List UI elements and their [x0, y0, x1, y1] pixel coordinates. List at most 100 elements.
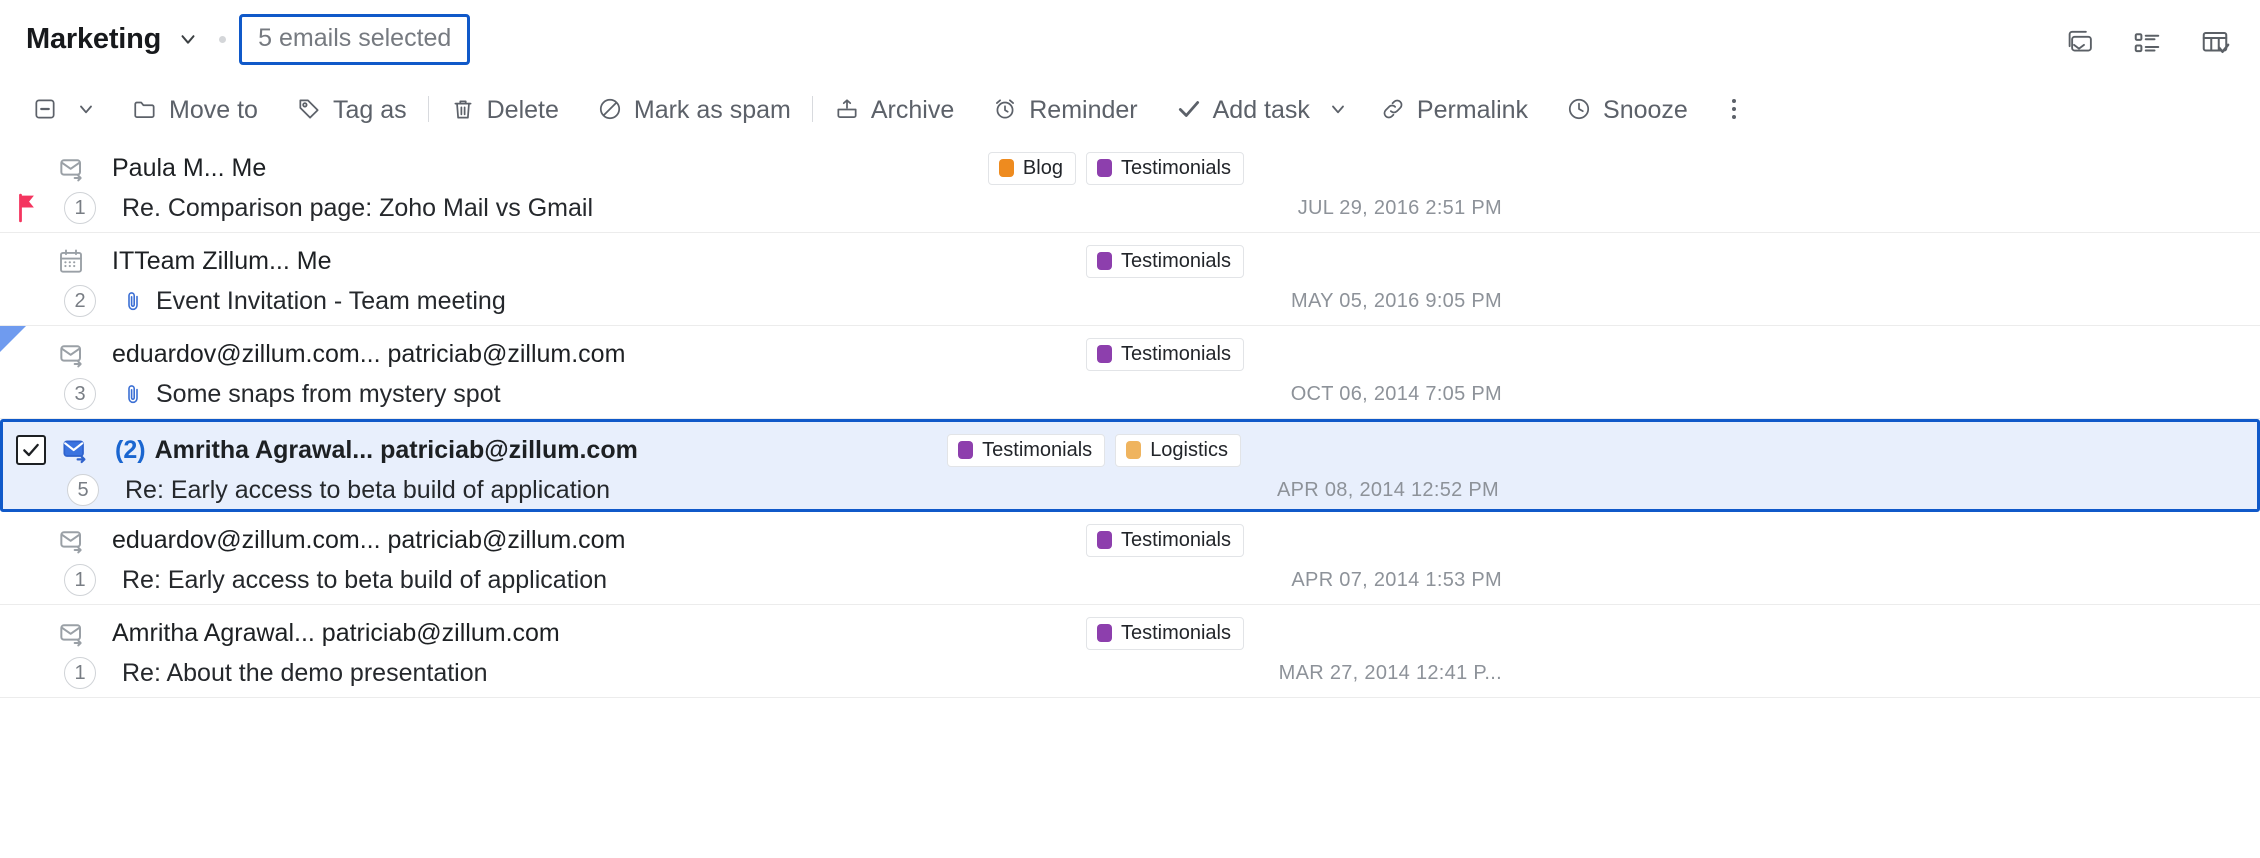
folder-icon	[132, 96, 158, 122]
toolbar-divider	[812, 96, 813, 122]
email-tags: Blog Testimonials	[988, 152, 1244, 185]
email-tag[interactable]: Blog	[988, 152, 1076, 185]
email-sender: Amritha Agrawal... patriciab@zillum.com	[112, 619, 560, 648]
envelope-reply-icon	[56, 152, 102, 184]
delete-button[interactable]: Delete	[440, 92, 569, 126]
move-to-button[interactable]: Move to	[122, 92, 268, 126]
tag-label: Testimonials	[1121, 344, 1231, 364]
tag-label: Blog	[1023, 158, 1063, 178]
mark-as-spam-button[interactable]: Mark as spam	[587, 92, 801, 126]
tag-label: Logistics	[1150, 440, 1228, 460]
list-view-icon[interactable]	[2132, 28, 2162, 58]
select-all-dropdown-caret[interactable]	[68, 99, 104, 119]
archive-label: Archive	[871, 98, 954, 123]
email-tag[interactable]: Testimonials	[1086, 617, 1244, 650]
email-tags: Testimonials	[1086, 617, 1244, 650]
snooze-button[interactable]: Snooze	[1556, 92, 1698, 126]
email-tags: Testimonials	[1086, 245, 1244, 278]
add-task-dropdown-caret[interactable]	[1320, 99, 1356, 119]
select-all-checkbox[interactable]	[22, 92, 68, 126]
envelope-reply-icon	[56, 338, 102, 370]
email-row-bottom-line: 2 Event Invitation - Team meeting MAY 05…	[0, 281, 2260, 321]
email-timestamp: MAR 27, 2014 12:41 P...	[1279, 662, 1502, 685]
selection-count-chip[interactable]: 5 emails selected	[239, 14, 470, 65]
minus-checkbox-icon	[32, 96, 58, 122]
add-task-button[interactable]: Add task	[1166, 92, 1320, 126]
permalink-label: Permalink	[1417, 98, 1528, 123]
email-tag[interactable]: Testimonials	[1086, 524, 1244, 557]
kebab-menu-icon[interactable]	[1716, 93, 1752, 125]
message-count-cell: 1	[56, 564, 104, 596]
reminder-button[interactable]: Reminder	[982, 92, 1147, 126]
snooze-label: Snooze	[1603, 98, 1688, 123]
email-row[interactable]: eduardov@zillum.com... patriciab@zillum.…	[0, 512, 2260, 605]
tag-label: Testimonials	[982, 440, 1092, 460]
email-checkbox[interactable]	[16, 435, 46, 465]
envelope-reply-unread-icon	[59, 434, 105, 466]
reminder-label: Reminder	[1029, 98, 1137, 123]
email-sender: ITTeam Zillum... Me	[112, 247, 331, 276]
flag-icon[interactable]	[15, 193, 41, 223]
email-row[interactable]: (2) Amritha Agrawal... patriciab@zillum.…	[0, 419, 2260, 512]
email-sender: eduardov@zillum.com... patriciab@zillum.…	[112, 526, 625, 555]
attachment-icon	[122, 382, 146, 406]
tag-color-swatch	[1097, 159, 1112, 177]
block-icon	[597, 96, 623, 122]
column-check-view-icon[interactable]	[2200, 28, 2230, 58]
email-row-top-line: eduardov@zillum.com... patriciab@zillum.…	[0, 520, 2260, 560]
tag-color-swatch	[999, 159, 1014, 177]
delete-label: Delete	[487, 98, 559, 123]
email-tag[interactable]: Testimonials	[1086, 245, 1244, 278]
tag-color-swatch	[1126, 441, 1141, 459]
message-count-badge: 2	[64, 285, 96, 317]
flag-cell	[0, 193, 56, 223]
page-title: Marketing	[26, 23, 161, 56]
email-row-bottom-line: 1 Re. Comparison page: Zoho Mail vs Gmai…	[0, 188, 2260, 228]
header-separator-dot	[219, 36, 226, 43]
tag-label: Testimonials	[1121, 530, 1231, 550]
unread-count: (2)	[115, 436, 146, 465]
email-tag[interactable]: Testimonials	[1086, 152, 1244, 185]
trash-icon	[450, 96, 476, 122]
email-tag[interactable]: Testimonials	[1086, 338, 1244, 371]
chevron-down-icon[interactable]	[177, 28, 199, 50]
calendar-icon	[56, 246, 102, 276]
view-mode-controls	[2064, 28, 2230, 58]
tag-color-swatch	[1097, 531, 1112, 549]
email-row[interactable]: eduardov@zillum.com... patriciab@zillum.…	[0, 326, 2260, 419]
email-timestamp: APR 08, 2014 12:52 PM	[1277, 479, 1499, 502]
email-list: Paula M... Me Blog Testimonials 1 Re. Co…	[0, 140, 2260, 698]
conversation-view-icon[interactable]	[2064, 28, 2094, 58]
email-row-bottom-line: 1 Re: Early access to beta build of appl…	[0, 560, 2260, 600]
email-tag[interactable]: Testimonials	[947, 434, 1105, 467]
email-subject: Event Invitation - Team meeting	[156, 287, 506, 316]
email-timestamp: MAY 05, 2016 9:05 PM	[1291, 290, 1502, 313]
email-tags: Testimonials Logistics	[947, 434, 1241, 467]
email-row[interactable]: Amritha Agrawal... patriciab@zillum.com …	[0, 605, 2260, 698]
tag-label: Testimonials	[1121, 623, 1231, 643]
envelope-reply-icon	[56, 524, 102, 556]
mail-header: Marketing 5 emails selected	[0, 0, 2260, 78]
email-tags: Testimonials	[1086, 338, 1244, 371]
email-row[interactable]: Paula M... Me Blog Testimonials 1 Re. Co…	[0, 140, 2260, 233]
email-tag[interactable]: Logistics	[1115, 434, 1241, 467]
tag-as-button[interactable]: Tag as	[286, 92, 417, 126]
email-subject: Re: Early access to beta build of applic…	[125, 476, 610, 505]
archive-button[interactable]: Archive	[824, 92, 964, 126]
email-row[interactable]: ITTeam Zillum... Me Testimonials 2 Event…	[0, 233, 2260, 326]
email-row-top-line: ITTeam Zillum... Me Testimonials	[0, 241, 2260, 281]
attachment-icon	[122, 289, 146, 313]
email-sender: Amritha Agrawal... patriciab@zillum.com	[155, 436, 638, 465]
alarm-clock-icon	[992, 96, 1018, 122]
toolbar-divider	[428, 96, 429, 122]
email-row-top-line: (2) Amritha Agrawal... patriciab@zillum.…	[3, 430, 2257, 470]
checkbox-cell	[3, 435, 59, 465]
message-count-badge: 1	[64, 192, 96, 224]
tag-label: Testimonials	[1121, 158, 1231, 178]
permalink-button[interactable]: Permalink	[1370, 92, 1538, 126]
envelope-reply-icon	[56, 617, 102, 649]
email-row-top-line: Amritha Agrawal... patriciab@zillum.com …	[0, 613, 2260, 653]
add-task-label: Add task	[1213, 98, 1310, 123]
tag-as-label: Tag as	[333, 98, 407, 123]
move-to-label: Move to	[169, 98, 258, 123]
